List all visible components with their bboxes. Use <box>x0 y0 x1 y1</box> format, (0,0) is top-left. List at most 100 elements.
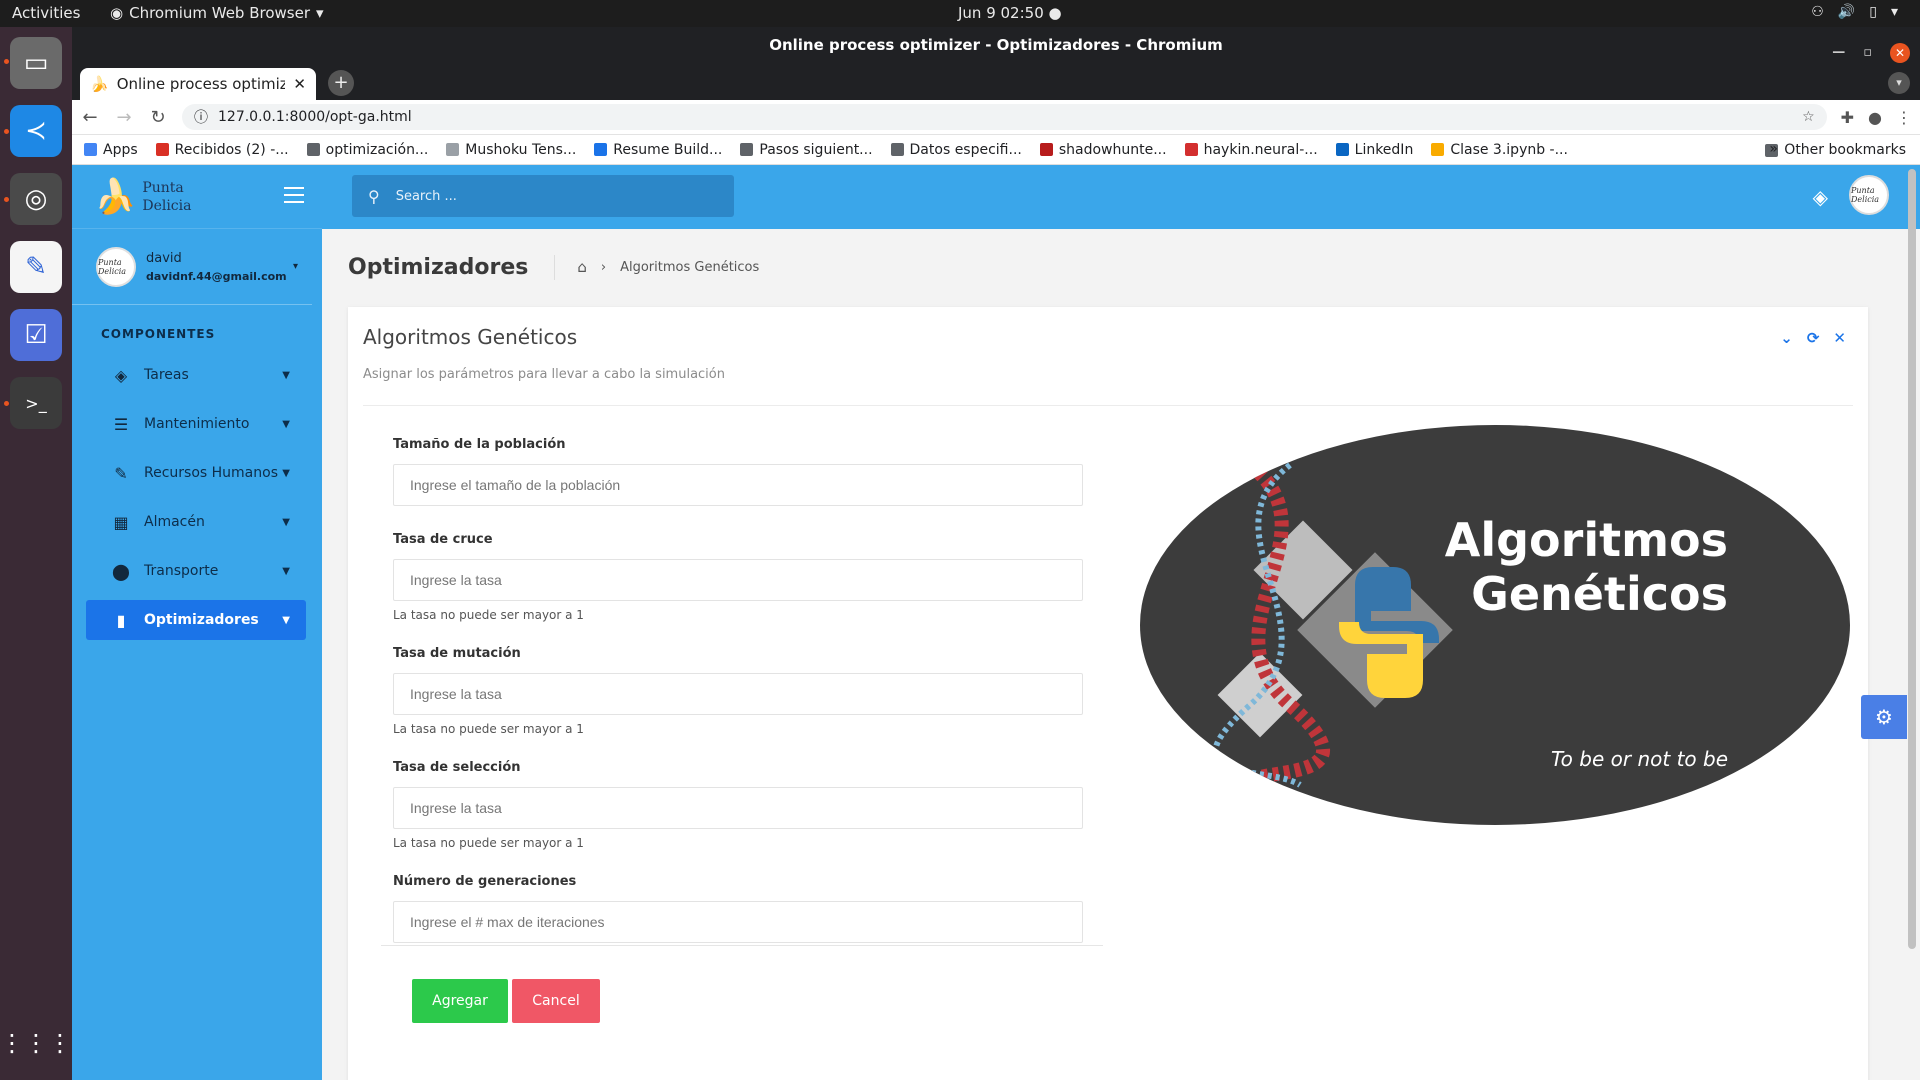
app-menu-label: Chromium Web Browser <box>129 4 311 22</box>
bookmark-favicon-icon <box>84 143 97 156</box>
scrollbar-thumb[interactable] <box>1908 169 1916 949</box>
cancel-button[interactable]: Cancel <box>512 979 600 1023</box>
sidebar: 🍌 Punta Delicia Punta Delicia david davi… <box>72 165 322 1080</box>
add-button[interactable]: Agregar <box>412 979 508 1023</box>
terminal-icon[interactable]: >_ <box>10 377 62 429</box>
bookmark-item[interactable]: LinkedIn <box>1335 142 1413 158</box>
card-subtitle: Asignar los parámetros para llevar a cab… <box>363 367 725 382</box>
bookmark-item[interactable]: haykin.neural-... <box>1184 142 1318 158</box>
layers-icon[interactable]: ◈ <box>1813 185 1828 209</box>
network-icon: ⚇ <box>1811 4 1824 20</box>
browser-toolbar: ← → ↻ ⓘ 127.0.0.1:8000/opt-ga.html ☆ ✚ ●… <box>72 100 1920 135</box>
home-icon[interactable]: ⌂ <box>577 258 587 276</box>
extensions-icon[interactable]: ✚ <box>1841 108 1854 127</box>
reload-icon[interactable]: ↻ <box>148 107 168 128</box>
tab-close-icon[interactable]: ✕ <box>293 75 306 93</box>
chromium-dock-icon[interactable]: ◎ <box>10 173 62 225</box>
bookmark-label: Clase 3.ipynb -... <box>1450 141 1568 158</box>
running-indicator <box>4 197 9 202</box>
window-titlebar: Online process optimizer - Optimizadores… <box>72 27 1920 64</box>
field-input[interactable]: Ingrese el # max de iteraciones <box>393 901 1083 943</box>
bookmark-label: Pasos siguient... <box>759 141 873 158</box>
brand-name: Punta Delicia <box>142 179 191 215</box>
field-input[interactable]: Ingrese la tasa <box>393 673 1083 715</box>
close-icon[interactable]: ✕ <box>1890 42 1910 63</box>
collapse-icon[interactable]: ⌄ <box>1780 329 1793 347</box>
bookmark-star-icon[interactable]: ☆ <box>1802 109 1815 125</box>
sidebar-item-tareas[interactable]: ◈ Tareas ▼ <box>86 355 306 395</box>
vscode-icon[interactable]: ≺ <box>10 105 62 157</box>
field-help-text: La tasa no puede ser mayor a 1 <box>393 608 584 622</box>
bookmark-item[interactable]: Apps <box>84 142 138 158</box>
breadcrumb-current: Algoritmos Genéticos <box>620 259 760 275</box>
bookmark-label: Datos especifi... <box>909 141 1022 158</box>
user-profile[interactable]: Punta Delicia david davidnf.44@gmail.com… <box>72 229 312 305</box>
bookmark-favicon-icon <box>1335 143 1349 156</box>
more-bookmarks-icon[interactable]: » <box>1769 141 1778 157</box>
sidebar-item-almacén[interactable]: ▦ Almacén ▼ <box>86 502 306 542</box>
back-icon[interactable]: ← <box>80 107 100 128</box>
chevron-down-icon: ▼ <box>282 369 290 381</box>
bookmark-favicon-icon <box>594 143 608 156</box>
bookmark-item[interactable]: Resume Build... <box>594 142 722 158</box>
field-placeholder: Ingrese la tasa <box>410 800 502 816</box>
files-icon[interactable]: ▭ <box>10 37 62 89</box>
banana-favicon-icon: 🍌 <box>90 75 109 93</box>
bookmark-item[interactable]: shadowhunte... <box>1039 141 1167 158</box>
scrollbar[interactable] <box>1906 165 1918 965</box>
browser-menu-icon[interactable]: ⋮ <box>1896 108 1912 127</box>
url-text: 127.0.0.1:8000/opt-ga.html <box>218 109 412 125</box>
forward-icon[interactable]: → <box>114 107 134 128</box>
brand[interactable]: 🍌 Punta Delicia <box>72 165 322 229</box>
window-title: Online process optimizer - Optimizadores… <box>769 36 1223 54</box>
sidebar-item-optimizadores[interactable]: ▮ Optimizadores ▼ <box>86 600 306 640</box>
profile-icon[interactable]: ● <box>1868 108 1882 127</box>
breadcrumb: ⌂ › Algoritmos Genéticos <box>577 258 759 276</box>
tab-active[interactable]: 🍌 Online process optimizer ✕ <box>80 68 316 100</box>
settings-gear-icon[interactable]: ⚙ <box>1861 695 1907 739</box>
new-tab-button[interactable]: + <box>328 70 354 96</box>
app-grid-icon[interactable]: ⋮⋮⋮ <box>0 1017 72 1069</box>
refresh-icon[interactable]: ⟳ <box>1807 329 1820 347</box>
search-input[interactable]: ⚲ Search ... <box>352 175 734 217</box>
close-card-icon[interactable]: ✕ <box>1833 329 1846 347</box>
field-placeholder: Ingrese la tasa <box>410 572 502 588</box>
user-name: david <box>146 250 182 266</box>
sidebar-item-mantenimiento[interactable]: ☰ Mantenimiento ▼ <box>86 404 306 444</box>
layers-icon: ◈ <box>114 365 128 385</box>
other-bookmarks[interactable]: Other bookmarks <box>1765 142 1906 158</box>
sidebar-item-transporte[interactable]: ⬤ Transporte ▼ <box>86 551 306 591</box>
bookmark-item[interactable]: Mushoku Tens... <box>446 142 576 158</box>
field-input[interactable]: Ingrese la tasa <box>393 559 1083 601</box>
tab-search-icon[interactable]: ▾ <box>1888 72 1910 94</box>
bookmark-label: shadowhunte... <box>1058 141 1167 158</box>
system-tray[interactable]: ⚇ 🔊 ▯ ▾ <box>1811 4 1898 20</box>
edit-icon: ✎ <box>114 463 128 483</box>
hamburger-menu-icon[interactable] <box>284 187 304 208</box>
running-indicator <box>4 59 9 64</box>
clock[interactable]: Jun 9 02:50 ● <box>958 4 1062 22</box>
address-bar[interactable]: ⓘ 127.0.0.1:8000/opt-ga.html ☆ <box>182 104 1827 130</box>
bookmark-item[interactable]: Pasos siguient... <box>740 141 873 158</box>
header-avatar[interactable]: Punta Delicia <box>1849 175 1889 215</box>
card-title: Algoritmos Genéticos <box>363 325 578 349</box>
hero-image: Algoritmos Genéticos To be or not to be <box>1140 425 1850 825</box>
field-label: Tasa de cruce <box>393 532 493 547</box>
bookmark-favicon-icon <box>446 143 460 156</box>
chevron-down-icon[interactable]: ▾ <box>293 261 298 272</box>
field-label: Número de generaciones <box>393 874 577 889</box>
bookmark-item[interactable]: optimización... <box>306 142 428 158</box>
tasks-icon[interactable]: ☑ <box>10 309 62 361</box>
search-placeholder: Search ... <box>395 188 457 204</box>
app-menu[interactable]: ◉ Chromium Web Browser ▾ <box>110 4 324 22</box>
text-editor-icon[interactable]: ✎ <box>10 241 62 293</box>
field-input[interactable]: Ingrese el tamaño de la población <box>393 464 1083 506</box>
bookmark-item[interactable]: Clase 3.ipynb -... <box>1431 142 1568 158</box>
info-icon[interactable]: ⓘ <box>194 107 208 127</box>
bookmark-item[interactable]: Recibidos (2) -... <box>155 142 289 158</box>
activities-button[interactable]: Activities <box>12 4 80 22</box>
sidebar-item-recursos-humanos[interactable]: ✎ Recursos Humanos ▼ <box>86 453 306 493</box>
bookmark-item[interactable]: Datos especifi... <box>890 141 1022 158</box>
field-placeholder: Ingrese el # max de iteraciones <box>410 914 605 930</box>
field-input[interactable]: Ingrese la tasa <box>393 787 1083 829</box>
